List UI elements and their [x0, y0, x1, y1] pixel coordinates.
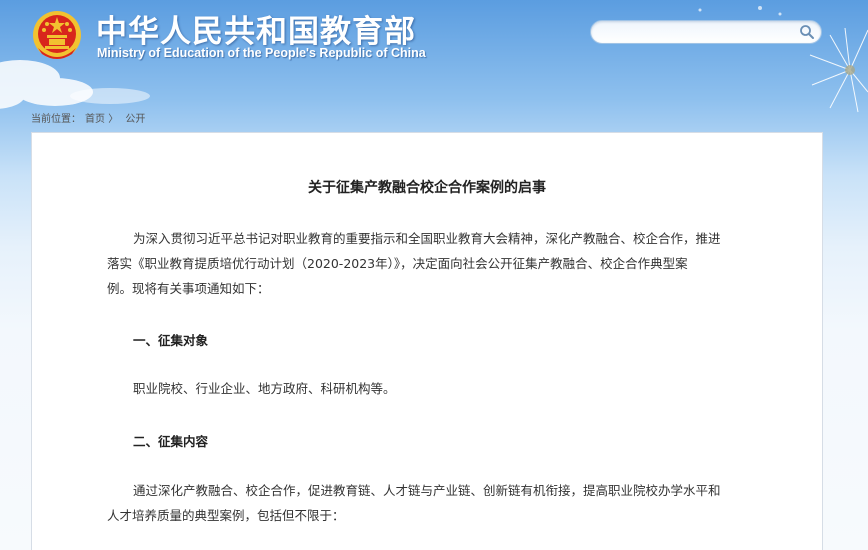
intro-line-1-text: 为深入贯彻习近平总书记对职业教育的重要指示和全国职业教育大会精神，深化产教融合、…: [133, 231, 721, 246]
site-subtitle: Ministry of Education of the People's Re…: [97, 46, 426, 60]
section-2-line-2: 人才培养质量的典型案例，包括但不限于：: [107, 508, 345, 523]
search-icon[interactable]: [799, 24, 815, 40]
search-input[interactable]: [601, 23, 791, 41]
intro-line-1: 为深入贯彻习近平总书记对职业教育的重要指示和全国职业教育大会精神，深化产教融合、…: [107, 226, 747, 251]
article-title: 关于征集产教融合校企合作案例的启事: [308, 180, 546, 196]
site-title: 中华人民共和国教育部: [96, 14, 416, 50]
breadcrumb-prefix: 当前位置：: [31, 114, 81, 125]
section-1-body: 职业院校、行业企业、地方政府、科研机构等。: [107, 376, 747, 401]
national-emblem-icon: [33, 11, 81, 59]
section-1-body-text: 职业院校、行业企业、地方政府、科研机构等。: [133, 381, 396, 396]
article-panel: 关于征集产教融合校企合作案例的启事 为深入贯彻习近平总书记对职业教育的重要指示和…: [31, 132, 823, 550]
intro-line-2: 落实《职业教育提质培优行动计划（2020-2023年）》，决定面向社会公开征集产…: [107, 256, 688, 271]
section-2-body: 通过深化产教融合、校企合作，促进教育链、人才链与产业链、创新链有机衔接，提高职业…: [107, 478, 747, 528]
section-2-line-1: 通过深化产教融合、校企合作，促进教育链、人才链与产业链、创新链有机衔接，提高职业…: [133, 483, 721, 498]
site-header: 中华人民共和国教育部 Ministry of Education of the …: [0, 0, 868, 100]
breadcrumb-current-link[interactable]: 公开: [125, 114, 145, 125]
section-2-heading: 二、征集内容: [133, 434, 209, 449]
search-box: [590, 20, 822, 44]
breadcrumb-separator: 〉: [108, 114, 119, 125]
breadcrumb-home-link[interactable]: 首页: [85, 114, 105, 125]
breadcrumb: 当前位置： 首页 〉 公开: [31, 110, 145, 125]
intro-line-3: 例。现将有关事项通知如下：: [107, 281, 270, 296]
section-1-heading: 一、征集对象: [133, 333, 209, 348]
intro-paragraph: 为深入贯彻习近平总书记对职业教育的重要指示和全国职业教育大会精神，深化产教融合、…: [107, 226, 747, 301]
